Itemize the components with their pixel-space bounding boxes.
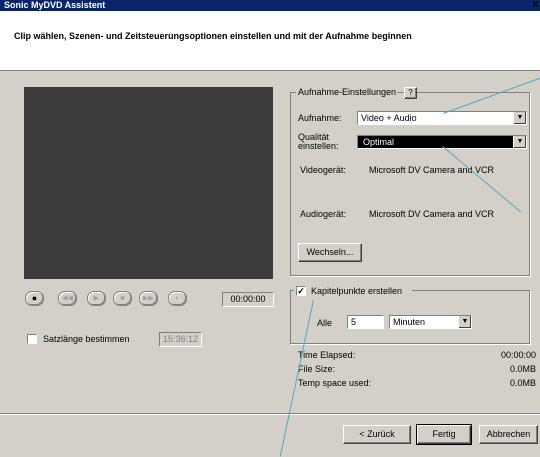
step-button[interactable]: ◐ [168,291,187,306]
unit-select-value: Minuten [393,317,426,327]
rewind-icon: ◀◀ [62,295,73,302]
qualitaet-label: Qualität einstellen: [298,133,339,151]
aufnahme-select-value: Video + Audio [361,113,417,123]
qualitaet-label-line2: einstellen: [298,141,339,151]
record-button[interactable]: ● [25,291,44,306]
kapitel-checkbox[interactable]: ✓ [296,286,306,296]
temp-space-value: 0.0MB [509,378,536,388]
help-icon[interactable]: ? [404,87,417,99]
header-panel: Clip wählen, Szenen- und Zeitsteuerungso… [0,11,540,71]
stop-icon: ■ [120,295,125,302]
alle-input[interactable]: 5 [347,315,384,329]
time-elapsed-label: Time Elapsed: [298,350,356,360]
file-size-value: 0.0MB [509,364,536,374]
play-icon: ▶ [93,295,100,302]
window-title: Sonic MyDVD Assistent [4,0,106,10]
title-bar: Sonic MyDVD Assistent x [0,0,540,11]
instruction-text: Clip wählen, Szenen- und Zeitsteuerungso… [14,31,412,41]
aufnahme-label: Aufnahme: [298,113,342,123]
fast-forward-button[interactable]: ▶▶ [139,291,158,306]
videogeraet-label: Videogerät: [300,165,346,175]
unit-select[interactable]: Minuten ▼ [389,315,472,329]
aufnahme-settings-label: Aufnahme-Einstellungen [296,87,399,97]
satzlaenge-field[interactable]: 15:36:12 [159,332,202,347]
chevron-down-icon[interactable]: ▼ [458,316,471,328]
temp-space-label: Temp space used: [298,378,372,388]
video-preview [24,87,273,279]
audiogeraet-label: Audiogerät: [300,209,347,219]
file-size-label: File Size: [298,364,336,374]
finish-button[interactable]: Fertig [416,424,472,445]
time-elapsed-value: 00:00:00 [500,350,536,360]
kapitel-label: Kapitelpunkte erstellen [311,286,403,296]
play-button[interactable]: ▶ [87,291,106,306]
aufnahme-select[interactable]: Video + Audio ▼ [357,111,527,125]
footer-separator [0,413,540,415]
step-icon: ◐ [175,295,180,302]
qualitaet-select-value: Optimal [361,137,397,147]
satzlaenge-checkbox[interactable] [27,334,37,344]
audiogeraet-value: Microsoft DV Camera and VCR [369,209,495,219]
cancel-button[interactable]: Abbrechen [479,425,538,444]
stop-button[interactable]: ■ [113,291,132,306]
rewind-button[interactable]: ◀◀ [58,291,77,306]
wechseln-button[interactable]: Wechseln... [298,243,362,262]
chevron-down-icon[interactable]: ▼ [513,112,526,124]
back-button[interactable]: < Zurück [343,425,411,444]
chevron-down-icon[interactable]: ▼ [513,136,526,148]
fast-forward-icon: ▶▶ [143,295,154,302]
time-display: 00:00:00 [222,292,274,307]
alle-label: Alle [317,318,333,328]
satzlaenge-label: Satzlänge bestimmen [43,334,130,344]
record-icon: ● [31,293,38,303]
close-icon[interactable]: x [532,0,538,10]
